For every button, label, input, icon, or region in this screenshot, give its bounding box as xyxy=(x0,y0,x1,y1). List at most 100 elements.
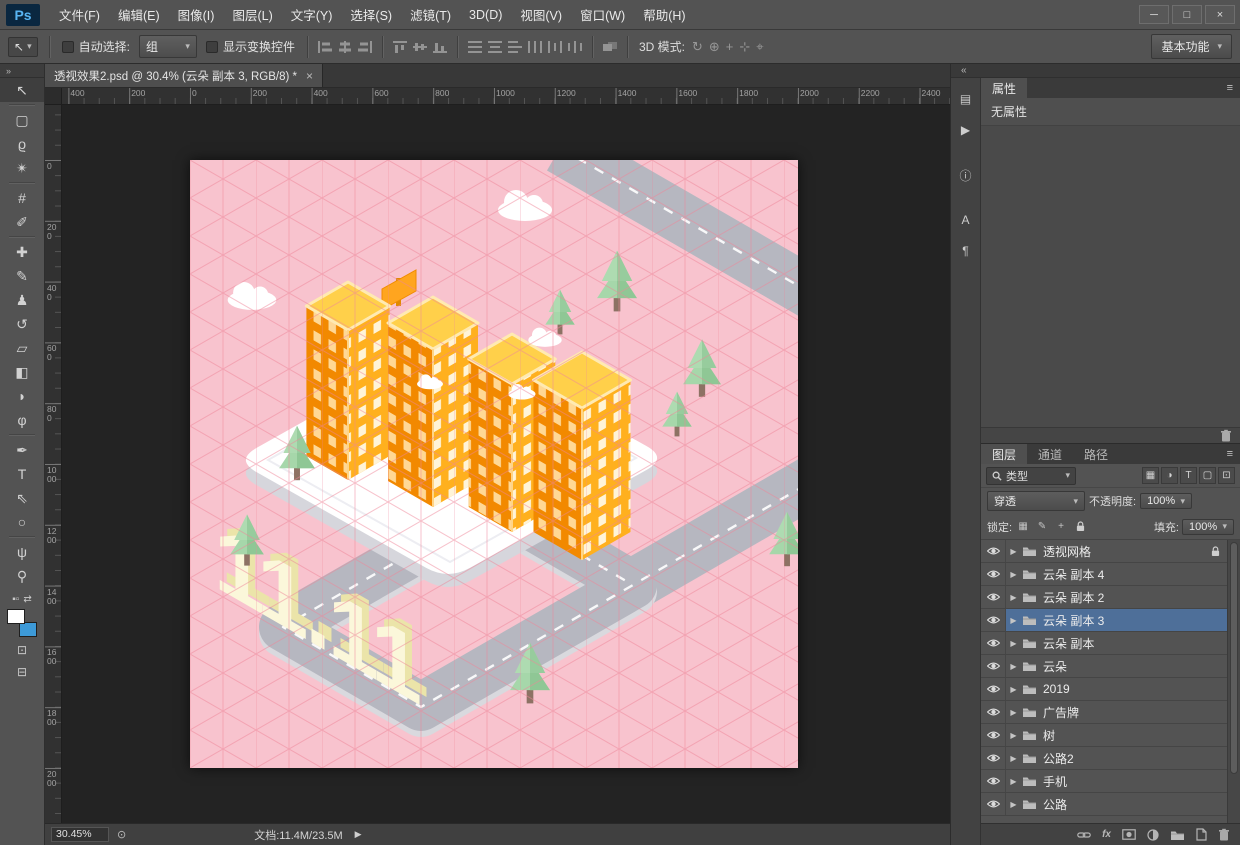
close-tab-icon[interactable]: × xyxy=(306,69,313,83)
background-color-swatch[interactable] xyxy=(19,622,37,637)
align-left-icon[interactable] xyxy=(317,40,333,54)
auto-align-icon[interactable] xyxy=(602,40,618,54)
minimize-button[interactable]: ─ xyxy=(1139,5,1169,24)
panel-menu-icon[interactable]: ≡ xyxy=(1220,444,1240,464)
lock-transparent-pixels-icon[interactable]: ▦ xyxy=(1015,519,1031,534)
align-bottom-icon[interactable] xyxy=(432,40,448,54)
visibility-toggle[interactable] xyxy=(981,747,1006,769)
type-tool[interactable]: T xyxy=(0,462,44,486)
layer-row[interactable]: ▶ 公路2 xyxy=(981,747,1240,770)
ruler-origin-corner[interactable] xyxy=(45,88,62,105)
maximize-button[interactable]: □ xyxy=(1172,5,1202,24)
menu-edit[interactable]: 编辑(E) xyxy=(109,1,169,28)
layer-row[interactable]: ▶ 透视网格 xyxy=(981,540,1240,563)
info-panel-icon[interactable]: ⓘ xyxy=(955,164,977,186)
add-mask-icon[interactable] xyxy=(1122,829,1136,840)
expand-icon[interactable]: ▶ xyxy=(1006,731,1021,740)
menu-window[interactable]: 窗口(W) xyxy=(571,1,634,28)
layer-row[interactable]: ▶ 广告牌 xyxy=(981,701,1240,724)
history-brush-tool[interactable]: ↺ xyxy=(0,312,44,336)
spot-healing-tool[interactable]: ✚ xyxy=(0,240,44,264)
delete-layer-icon[interactable] xyxy=(1218,828,1230,841)
visibility-toggle[interactable] xyxy=(981,701,1006,723)
pen-tool[interactable]: ✒ xyxy=(0,438,44,462)
close-button[interactable]: × xyxy=(1205,5,1235,24)
vertical-ruler[interactable]: 0200400600800100012001400160018002000220… xyxy=(45,105,62,823)
expand-icon[interactable]: ▶ xyxy=(1006,593,1021,602)
lock-position-icon[interactable]: + xyxy=(1053,519,1069,534)
eraser-tool[interactable]: ▱ xyxy=(0,336,44,360)
move-tool[interactable]: ↖ xyxy=(0,78,44,102)
3d-rotate-icon[interactable]: ↻ xyxy=(692,39,703,55)
show-transform-checkbox[interactable]: 显示变换控件 xyxy=(205,38,295,55)
menu-file[interactable]: 文件(F) xyxy=(50,1,109,28)
lock-all-icon[interactable] xyxy=(1072,519,1088,534)
blur-tool[interactable]: ◗ xyxy=(0,384,44,408)
default-colors-icon[interactable]: ▪▫ xyxy=(12,594,19,605)
auto-select-target-dropdown[interactable]: 组 ▾ xyxy=(138,35,197,58)
history-panel-icon[interactable]: ▤ xyxy=(955,88,977,110)
distribute-horizontal-center-icon[interactable] xyxy=(547,40,563,54)
distribute-right-icon[interactable] xyxy=(567,40,583,54)
expand-icon[interactable]: ▶ xyxy=(1006,662,1021,671)
menu-view[interactable]: 视图(V) xyxy=(511,1,571,28)
layer-styles-icon[interactable]: fx xyxy=(1102,829,1111,840)
menu-select[interactable]: 选择(S) xyxy=(341,1,401,28)
expand-icon[interactable]: ▶ xyxy=(1006,685,1021,694)
expand-icon[interactable]: ▶ xyxy=(1006,754,1021,763)
layer-row[interactable]: ▶ 手机 xyxy=(981,770,1240,793)
visibility-toggle[interactable] xyxy=(981,632,1006,654)
visibility-toggle[interactable] xyxy=(981,793,1006,815)
horizontal-ruler[interactable]: 400 200 0 200 400 600 800 1000 1200 1400 1600 1800 2… xyxy=(62,88,950,105)
layer-row[interactable]: ▶ 云朵 副本 2 xyxy=(981,586,1240,609)
toolbar-collapse-icon[interactable]: » xyxy=(0,64,44,78)
menu-type[interactable]: 文字(Y) xyxy=(282,1,342,28)
filter-shape-layers-icon[interactable]: ▢ xyxy=(1199,467,1216,484)
opacity-input[interactable]: 100% ▾ xyxy=(1140,493,1193,509)
adjustment-layer-icon[interactable] xyxy=(1147,829,1159,841)
tab-layers[interactable]: 图层 xyxy=(981,444,1028,464)
layers-scrollbar[interactable] xyxy=(1227,540,1240,823)
expand-icon[interactable]: ▶ xyxy=(1006,708,1021,717)
expand-icon[interactable]: ▶ xyxy=(1006,570,1021,579)
lock-image-pixels-icon[interactable]: ✎ xyxy=(1034,519,1050,534)
character-panel-icon[interactable]: A xyxy=(955,209,977,231)
eyedropper-tool[interactable]: ✐ xyxy=(0,210,44,234)
menu-filter[interactable]: 滤镜(T) xyxy=(401,1,460,28)
layer-row-selected[interactable]: ▶ 云朵 副本 3 xyxy=(981,609,1240,632)
layer-row[interactable]: ▶ 2019 xyxy=(981,678,1240,701)
foreground-color-swatch[interactable] xyxy=(7,609,25,624)
quick-selection-tool[interactable]: ✴ xyxy=(0,156,44,180)
expand-icon[interactable]: ▶ xyxy=(1006,777,1021,786)
3d-roll-icon[interactable]: ⊕ xyxy=(709,39,720,55)
layer-row[interactable]: ▶ 云朵 xyxy=(981,655,1240,678)
expand-icon[interactable]: ▶ xyxy=(1006,639,1021,648)
distribute-bottom-icon[interactable] xyxy=(507,40,523,54)
crop-tool[interactable]: # xyxy=(0,186,44,210)
dodge-tool[interactable]: φ xyxy=(0,408,44,432)
filter-adjustment-layers-icon[interactable]: ◑ xyxy=(1161,467,1178,484)
layer-row[interactable]: ▶ 树 xyxy=(981,724,1240,747)
filter-pixel-layers-icon[interactable]: ▦ xyxy=(1142,467,1159,484)
distribute-top-icon[interactable] xyxy=(467,40,483,54)
hand-tool[interactable]: ψ xyxy=(0,540,44,564)
screen-mode-button[interactable]: ⊟ xyxy=(0,661,44,683)
ellipse-tool[interactable]: ○ xyxy=(0,510,44,534)
tab-properties[interactable]: 属性 xyxy=(981,78,1028,98)
tab-paths[interactable]: 路径 xyxy=(1073,444,1119,464)
align-vertical-center-icon[interactable] xyxy=(412,40,428,54)
expand-icon[interactable]: ▶ xyxy=(1006,547,1021,556)
tab-channels[interactable]: 通道 xyxy=(1027,444,1073,464)
path-selection-tool[interactable]: ⇖ xyxy=(0,486,44,510)
visibility-toggle[interactable] xyxy=(981,563,1006,585)
auto-select-checkbox[interactable]: 自动选择: xyxy=(61,38,130,55)
3d-pan-icon[interactable]: + xyxy=(726,39,734,54)
document-tab[interactable]: 透视效果2.psd @ 30.4% (云朵 副本 3, RGB/8) * × xyxy=(45,64,324,87)
distribute-left-icon[interactable] xyxy=(527,40,543,54)
zoom-level-input[interactable]: 30.45% xyxy=(51,827,109,842)
actions-panel-icon[interactable]: ▶ xyxy=(955,119,977,141)
new-group-icon[interactable] xyxy=(1170,829,1185,841)
blend-mode-dropdown[interactable]: 穿透 ▾ xyxy=(987,491,1085,511)
visibility-toggle[interactable] xyxy=(981,540,1006,562)
fill-input[interactable]: 100% ▾ xyxy=(1182,518,1234,535)
